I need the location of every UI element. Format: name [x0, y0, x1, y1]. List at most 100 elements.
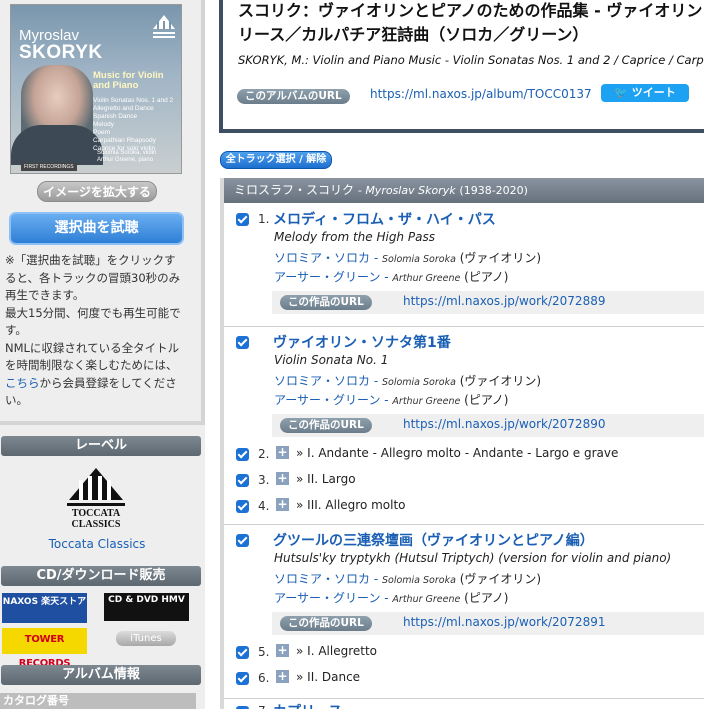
movement-title: » III. Allegro molto: [296, 498, 406, 512]
cover-works-list: Violin Sonatas Nos. 1 and 2 Allegretto an…: [93, 97, 174, 152]
track-checkbox[interactable]: [236, 672, 249, 685]
preview-note-text-3: NMLに収録されている全タイトルを時間制限なく楽しむためには、: [5, 340, 180, 373]
sidebar-album-panel: Myroslav SKORYK Music for Violin and Pian…: [0, 0, 205, 425]
album-url-badge: このアルバムのURL: [237, 89, 350, 104]
preview-note-text-2: 最大15分間、何度でも再生可能です。: [5, 305, 181, 338]
divider: [224, 698, 704, 699]
track-number: 3.: [258, 473, 270, 487]
expand-plus-icon[interactable]: +: [276, 446, 289, 459]
preview-note-text-1: ※「選択曲を試聴」をクリックすると、各トラックの冒頭30秒のみ再生できます。: [5, 253, 181, 302]
movement-title: » I. Andante - Allegro molto - Andante -…: [296, 446, 619, 460]
work-url-badge: この作品のURL: [280, 295, 372, 310]
tweet-label: ツイート: [631, 86, 676, 99]
register-link[interactable]: こちら: [5, 376, 40, 390]
work-url-row: この作品のURL https://ml.naxos.jp/work/207289…: [272, 612, 704, 635]
performer-piano: アーサー・グリーン - Arthur Greene (ピアノ): [274, 591, 509, 605]
performer-link[interactable]: アーサー・グリーン: [274, 393, 380, 407]
composer-header: ミロスラフ・スコリク - Myroslav Skoryk (1938-2020): [224, 178, 704, 203]
performer-link[interactable]: ソロミア・ソロカ: [274, 374, 370, 388]
track-number: 5.: [258, 645, 270, 659]
work-url-badge: この作品のURL: [280, 418, 372, 433]
work-checkbox[interactable]: [236, 336, 249, 349]
sidebar: Myroslav SKORYK Music for Violin and Pian…: [0, 0, 205, 709]
cover-composer-last: SKORYK: [19, 42, 103, 63]
expand-plus-icon[interactable]: +: [276, 472, 289, 485]
work-title[interactable]: メロディ・フロム・ザ・ハイ・パス: [273, 209, 496, 229]
work-checkbox[interactable]: [236, 213, 249, 226]
performer-link[interactable]: アーサー・グリーン: [274, 591, 380, 605]
expand-plus-icon[interactable]: +: [276, 670, 289, 683]
performer-violin: ソロミア・ソロカ - Solomia Soroka (ヴァイオリン): [274, 374, 542, 388]
album-cover[interactable]: Myroslav SKORYK Music for Violin and Pian…: [10, 4, 182, 174]
composer-name-en: - Myroslav Skoryk: [357, 184, 456, 197]
work-url-row: この作品のURL https://ml.naxos.jp/work/207289…: [272, 414, 704, 437]
preview-note: ※「選択曲を試聴」をクリックすると、各トラックの冒頭30秒のみ再生できます。 最…: [5, 252, 185, 410]
work-url-row: この作品のURL https://ml.naxos.jp/work/207288…: [272, 291, 704, 314]
track-number: 2.: [258, 447, 270, 461]
cover-portrait-suit: [11, 125, 103, 165]
work-title-en: Hutsuls'ky tryptykh (Hutsul Triptych) (v…: [274, 551, 672, 565]
divider: [224, 326, 704, 327]
album-url-link[interactable]: https://ml.naxos.jp/album/TOCC0137: [370, 87, 592, 101]
track-number: 1.: [258, 212, 270, 226]
performer-piano: アーサー・グリーン - Arthur Greene (ピアノ): [274, 393, 509, 407]
track-number: 6.: [258, 671, 270, 685]
track-checkbox[interactable]: [236, 474, 249, 487]
work-url-badge: この作品のURL: [280, 616, 372, 631]
label-link[interactable]: Toccata Classics: [0, 537, 194, 551]
composer-name-ja[interactable]: ミロスラフ・スコリク: [234, 183, 354, 197]
expand-plus-icon[interactable]: +: [276, 498, 289, 511]
main-content: スコリク：ヴァイオリンとピアノのための作品集 - ヴァイオリン リース／カルパチ…: [219, 0, 704, 709]
toccata-classics-logo[interactable]: TOCCATA CLASSICS: [63, 466, 129, 530]
select-all-tracks-button[interactable]: 全トラック選択 / 解除: [220, 151, 332, 169]
work-checkbox[interactable]: [236, 534, 249, 547]
twitter-bird-icon: 🐦: [614, 86, 628, 99]
track-checkbox[interactable]: [236, 500, 249, 513]
performer-link[interactable]: ソロミア・ソロカ: [274, 251, 370, 265]
album-header: スコリク：ヴァイオリンとピアノのための作品集 - ヴァイオリン リース／カルパチ…: [219, 0, 704, 133]
composer-years: (1938-2020): [459, 184, 528, 197]
album-title-line-1: スコリク：ヴァイオリンとピアノのための作品集 - ヴァイオリン: [238, 1, 703, 20]
label-heading: レーベル: [1, 436, 201, 456]
album-info-heading: アルバム情報: [1, 665, 201, 685]
cover-first-recordings: FIRST RECORDINGS: [21, 163, 77, 171]
enlarge-image-button[interactable]: イメージを拡大する: [37, 181, 157, 202]
itunes-button[interactable]: iTunes: [116, 631, 176, 646]
performer-link[interactable]: アーサー・グリーン: [274, 270, 380, 284]
movement-title: » II. Dance: [296, 670, 361, 684]
track-checkbox[interactable]: [236, 448, 249, 461]
catalog-number-label: カタログ番号: [0, 693, 196, 709]
svg-text:CLASSICS: CLASSICS: [72, 519, 121, 530]
track-number: 4.: [258, 499, 270, 513]
toccata-cover-logo-icon: [153, 15, 175, 38]
work-url-link[interactable]: https://ml.naxos.jp/work/2072890: [403, 417, 605, 431]
work-title[interactable]: ヴァイオリン・ソナタ第1番: [273, 332, 451, 352]
expand-plus-icon[interactable]: +: [276, 644, 289, 657]
work-title-en: Melody from the High Pass: [274, 230, 435, 244]
cd-download-heading: CD/ダウンロード販売: [1, 566, 201, 586]
work-title-en: Violin Sonata No. 1: [274, 353, 389, 367]
album-title-line-2: リース／カルパチア狂詩曲（ソロカ／グリーン）: [238, 25, 589, 44]
performer-violin: ソロミア・ソロカ - Solomia Soroka (ヴァイオリン): [274, 251, 542, 265]
work-url-link[interactable]: https://ml.naxos.jp/work/2072889: [403, 294, 605, 308]
preview-selected-button[interactable]: 選択曲を試聴: [9, 212, 184, 245]
track-list: ミロスラフ・スコリク - Myroslav Skoryk (1938-2020)…: [220, 178, 704, 709]
performer-violin: ソロミア・ソロカ - Solomia Soroka (ヴァイオリン): [274, 572, 542, 586]
performer-link[interactable]: ソロミア・ソロカ: [274, 572, 370, 586]
album-title: スコリク：ヴァイオリンとピアノのための作品集 - ヴァイオリン リース／カルパチ…: [238, 0, 704, 47]
track-checkbox[interactable]: [236, 646, 249, 659]
performer-piano: アーサー・グリーン - Arthur Greene (ピアノ): [274, 270, 509, 284]
page: Myroslav SKORYK Music for Violin and Pian…: [0, 0, 704, 709]
tweet-button[interactable]: 🐦 ツイート: [601, 84, 689, 102]
work-url-link[interactable]: https://ml.naxos.jp/work/2072891: [403, 615, 605, 629]
hmv-store-button[interactable]: CD & DVD HMV: [104, 593, 189, 621]
track-number: 7.: [258, 704, 269, 709]
naxos-rakuten-store-button[interactable]: NAXOS 楽天ストア: [2, 593, 87, 623]
movement-title: » II. Largo: [296, 472, 356, 486]
divider: [224, 524, 704, 525]
work-title[interactable]: グツールの三連祭壇画（ヴァイオリンとピアノ編）: [273, 530, 594, 550]
tower-records-button[interactable]: TOWER RECORDS: [2, 628, 87, 669]
cover-music-title: Music for Violin and Piano: [93, 70, 164, 91]
work-title[interactable]: カプリース: [273, 701, 342, 709]
movement-title: » I. Allegretto: [296, 644, 378, 658]
